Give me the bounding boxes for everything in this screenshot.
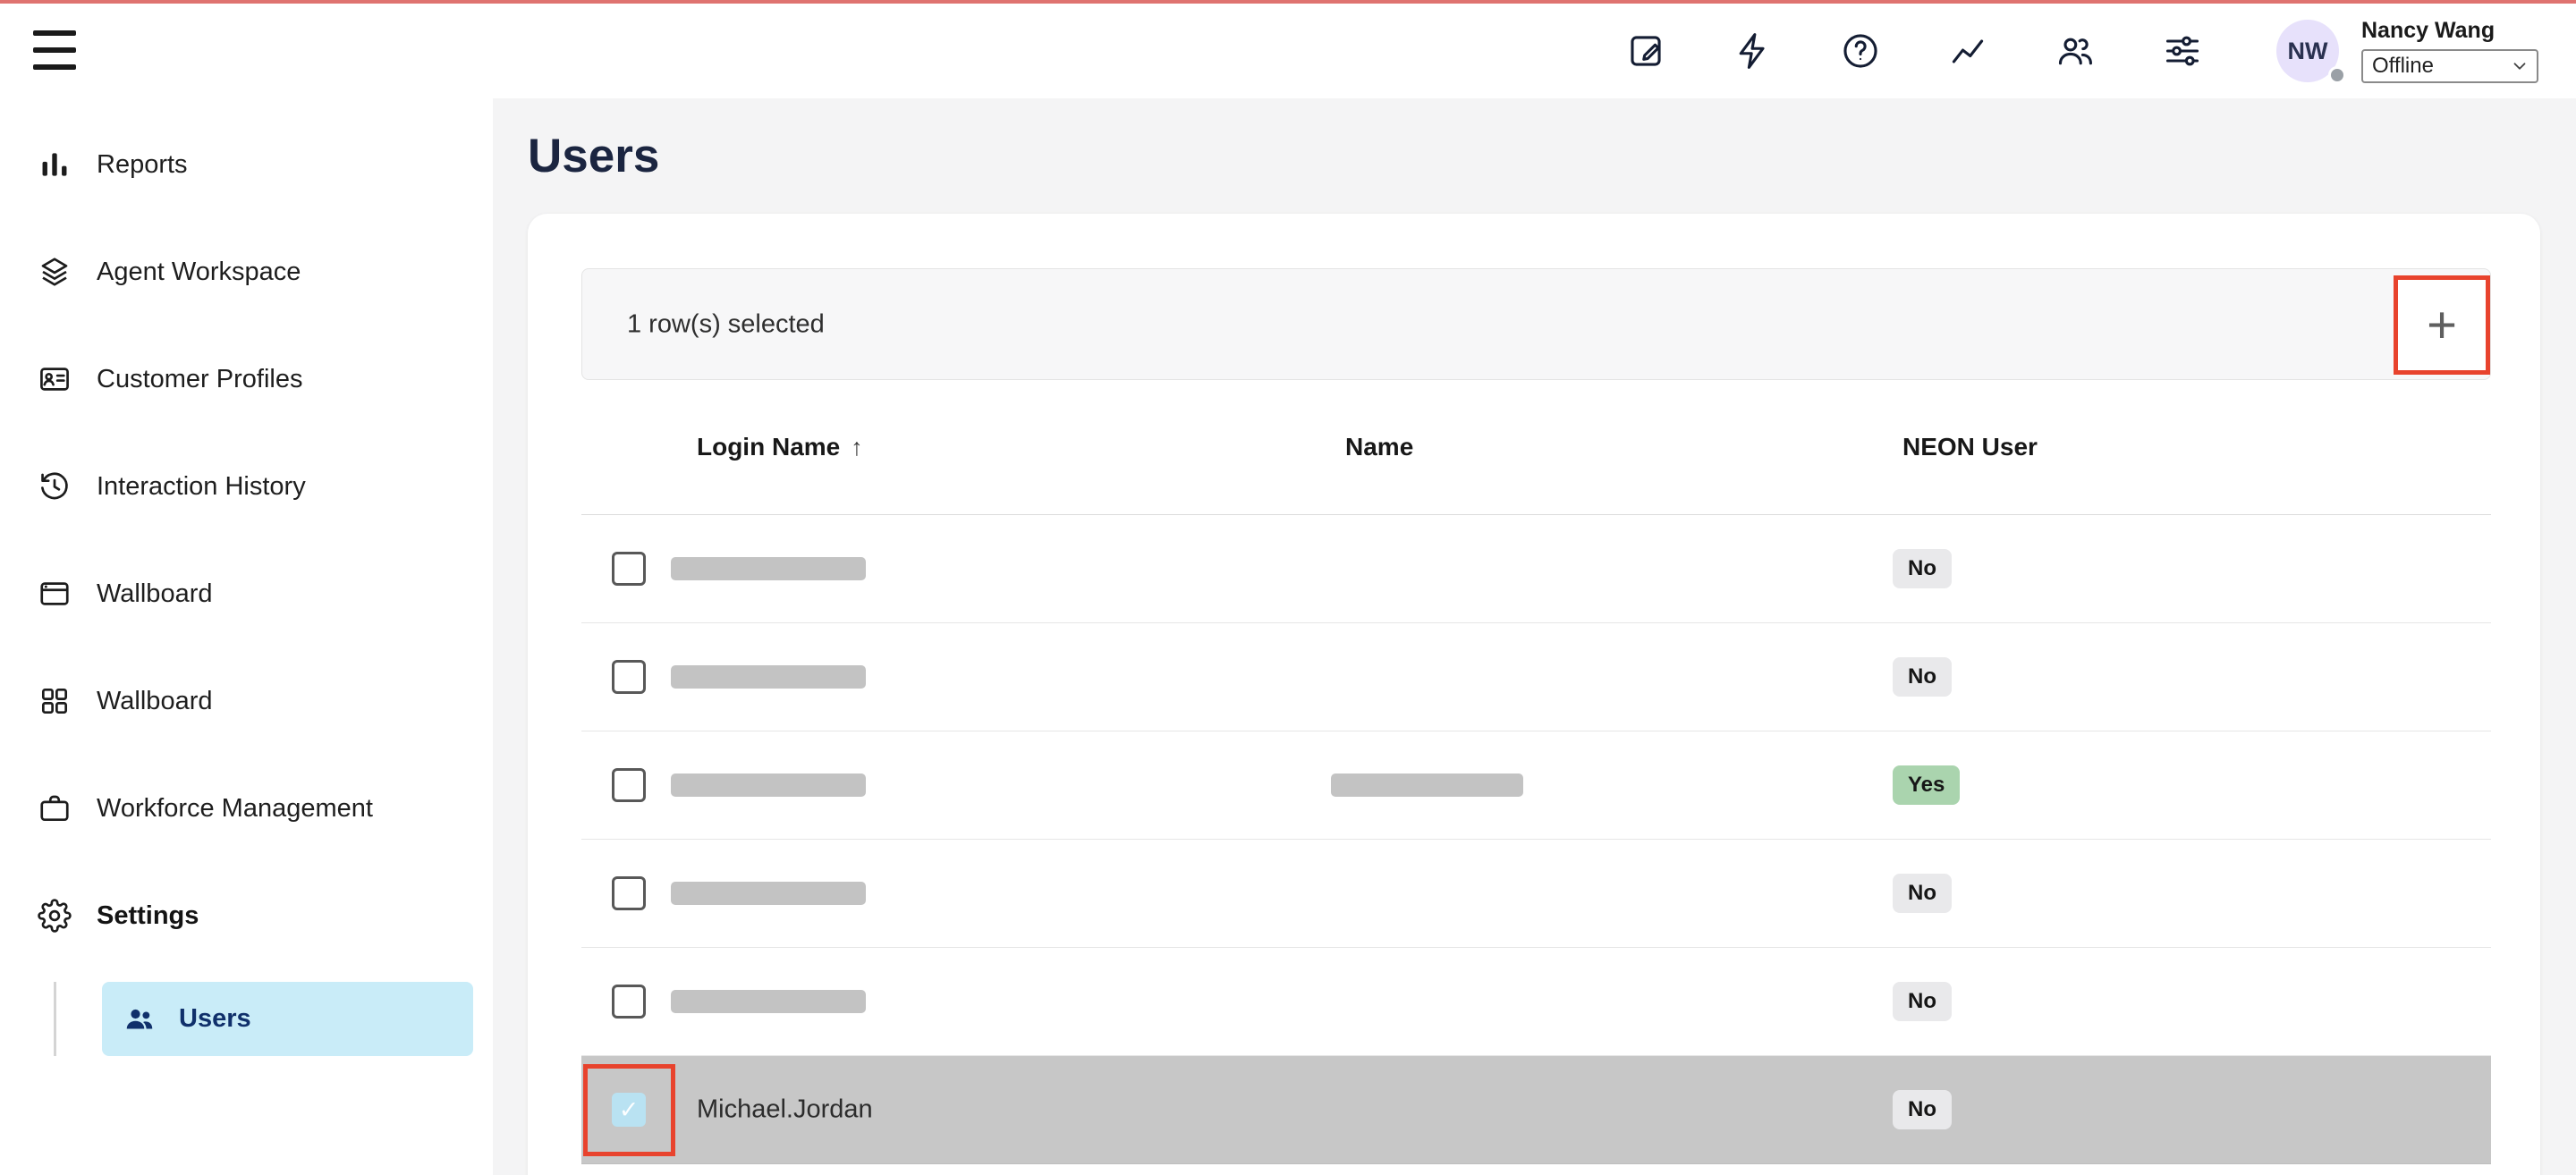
- agent-workspace-icon: [38, 255, 72, 289]
- table-row[interactable]: No: [581, 623, 2491, 731]
- customer-profiles-icon: [38, 362, 72, 396]
- settings-icon: [38, 899, 72, 933]
- column-header-neon-user[interactable]: NEON User: [1902, 433, 2038, 461]
- sidebar-item-label: Wallboard: [97, 687, 212, 716]
- sidebar-item-settings[interactable]: Settings: [0, 862, 493, 969]
- avatar-initials: NW: [2288, 38, 2328, 65]
- page-title: Users: [528, 129, 659, 183]
- sort-ascending-icon: ↑: [851, 434, 863, 461]
- sidebar-item-agent-workspace[interactable]: Agent Workspace: [0, 218, 493, 325]
- sidebar-item-label: Interaction History: [97, 472, 306, 502]
- redacted-login-name: [671, 990, 866, 1013]
- user-name: Nancy Wang: [2361, 19, 2538, 44]
- sidebar-item-workforce-management[interactable]: Workforce Management: [0, 755, 493, 862]
- table-row[interactable]: No: [581, 948, 2491, 1056]
- sidebar-item-customer-profiles[interactable]: Customer Profiles: [0, 325, 493, 433]
- workforce-management-icon: [38, 791, 72, 825]
- contacts-icon[interactable]: [2055, 31, 2095, 71]
- users-icon: [123, 1003, 156, 1036]
- sidebar-item-wallboard-2[interactable]: Wallboard: [0, 647, 493, 755]
- sidebar-item-users[interactable]: Users: [102, 982, 473, 1056]
- redacted-login-name: [671, 665, 866, 689]
- sidebar-item-label: Agent Workspace: [97, 258, 301, 287]
- neon-badge: No: [1893, 657, 1952, 697]
- topbar-actions: NW Nancy Wang Offline: [1558, 4, 2538, 98]
- neon-badge: Yes: [1893, 765, 1960, 805]
- column-header-name[interactable]: Name: [1345, 433, 1413, 461]
- table-row[interactable]: Yes: [581, 731, 2491, 840]
- table-row[interactable]: No: [581, 515, 2491, 623]
- analytics-icon[interactable]: [1948, 31, 1987, 71]
- row-checkbox[interactable]: [612, 552, 646, 586]
- redacted-login-name: [671, 882, 866, 905]
- main-content: Users 1 row(s) selected + Login Name↑ Na…: [493, 98, 2576, 1175]
- redacted-login-name: [671, 557, 866, 580]
- preferences-icon[interactable]: [2163, 31, 2202, 71]
- neon-badge: No: [1893, 874, 1952, 913]
- sidebar-item-label: Customer Profiles: [97, 365, 302, 394]
- login-name: Michael.Jordan: [697, 1095, 873, 1125]
- sidebar-item-label: Wallboard: [97, 579, 212, 609]
- subnav-indicator-line: [54, 982, 56, 1056]
- row-checkbox[interactable]: [612, 876, 646, 910]
- wallboard-grid-icon: [38, 684, 72, 718]
- add-user-button[interactable]: +: [2398, 280, 2486, 370]
- users-table: Login Name↑ Name NEON User No No Yes: [581, 380, 2491, 1164]
- sidebar-item-label: Users: [179, 1004, 251, 1034]
- users-card: 1 row(s) selected + Login Name↑ Name NEO…: [528, 214, 2540, 1175]
- redacted-name: [1331, 773, 1523, 797]
- topbar: NW Nancy Wang Offline: [0, 4, 2576, 98]
- notes-icon[interactable]: [1626, 31, 1665, 71]
- status-select[interactable]: Offline: [2361, 49, 2538, 83]
- sidebar: Reports Agent Workspace Customer Profile…: [0, 98, 493, 1175]
- table-header: Login Name↑ Name NEON User: [581, 380, 2491, 515]
- user-info: Nancy Wang Offline: [2361, 19, 2538, 84]
- neon-badge: No: [1893, 1090, 1952, 1129]
- row-checkbox-checked[interactable]: [612, 1093, 646, 1127]
- menu-icon[interactable]: [33, 27, 76, 73]
- sidebar-item-label: Reports: [97, 150, 188, 180]
- table-row[interactable]: No: [581, 840, 2491, 948]
- annotation-add-button: +: [2394, 275, 2490, 375]
- sidebar-item-wallboard[interactable]: Wallboard: [0, 540, 493, 647]
- neon-badge: No: [1893, 982, 1952, 1021]
- interaction-history-icon: [38, 469, 72, 503]
- wallboard-window-icon: [38, 577, 72, 611]
- sidebar-item-label: Workforce Management: [97, 794, 373, 824]
- reports-icon: [38, 148, 72, 182]
- status-dot: [2328, 66, 2346, 84]
- row-checkbox[interactable]: [612, 768, 646, 802]
- neon-badge: No: [1893, 549, 1952, 588]
- sidebar-item-interaction-history[interactable]: Interaction History: [0, 433, 493, 540]
- column-header-login-name[interactable]: Login Name↑: [697, 433, 863, 461]
- status-select-value: Offline: [2372, 54, 2434, 79]
- help-icon[interactable]: [1841, 31, 1880, 71]
- avatar[interactable]: NW: [2276, 20, 2339, 82]
- sidebar-item-reports[interactable]: Reports: [0, 111, 493, 218]
- row-checkbox[interactable]: [612, 660, 646, 694]
- redacted-login-name: [671, 773, 866, 797]
- chevron-down-icon: [2510, 56, 2529, 76]
- sidebar-item-label: Settings: [97, 901, 199, 931]
- row-checkbox[interactable]: [612, 985, 646, 1019]
- quick-actions-icon[interactable]: [1733, 31, 1773, 71]
- selection-count: 1 row(s) selected: [627, 309, 825, 339]
- table-row-selected[interactable]: Michael.Jordan No: [581, 1056, 2491, 1164]
- selection-toolbar: 1 row(s) selected +: [581, 268, 2491, 380]
